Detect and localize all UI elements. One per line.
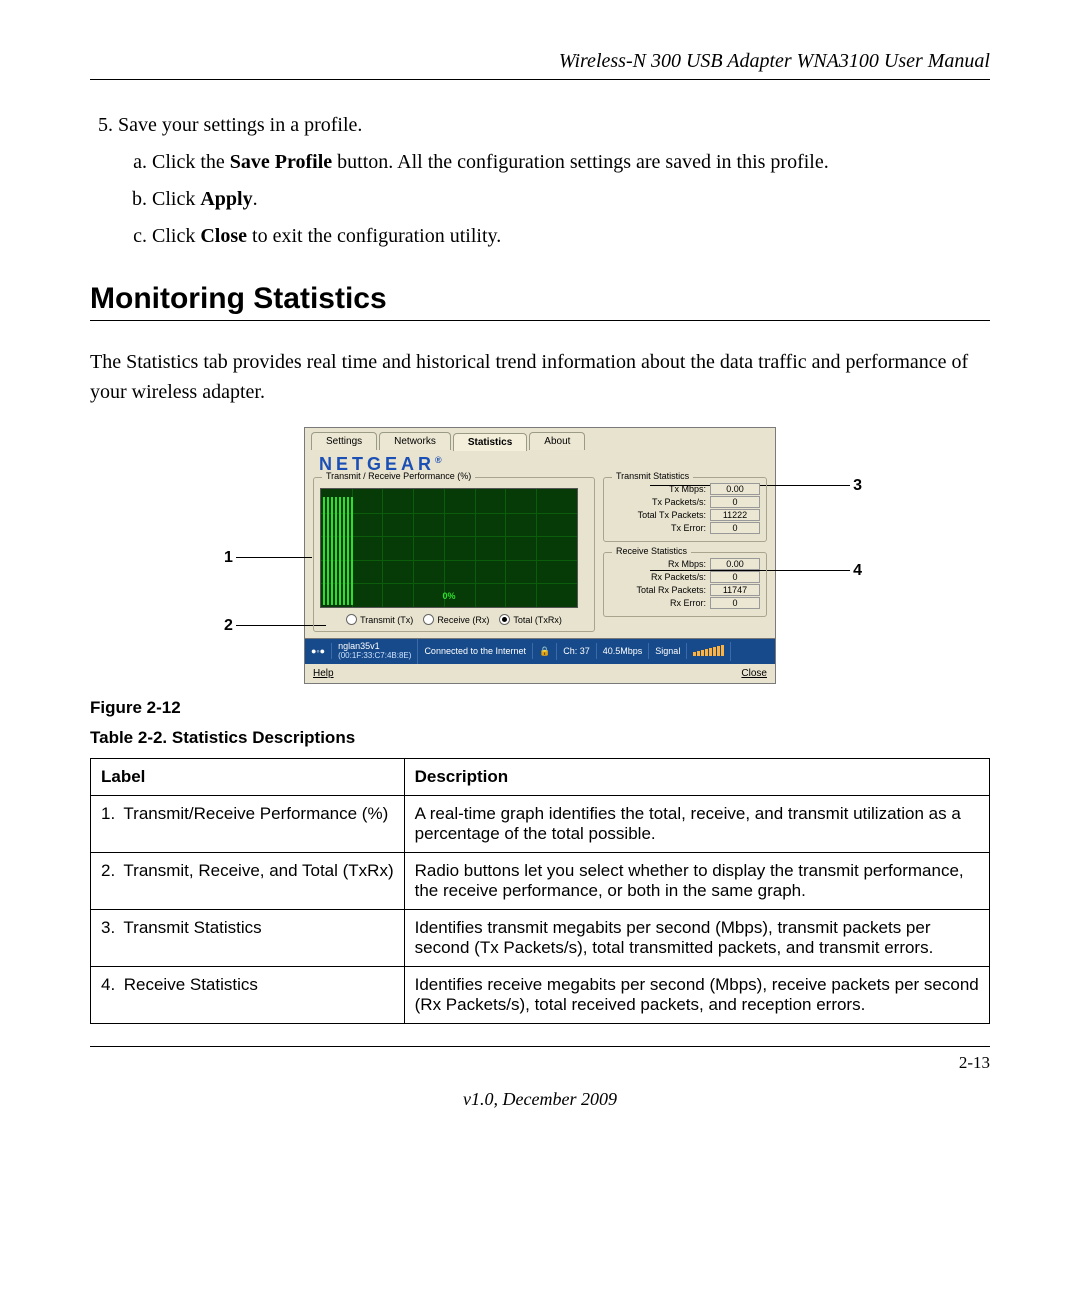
callout-2: 2 xyxy=(224,617,233,635)
tab-about[interactable]: About xyxy=(529,432,585,450)
tx-mbps-value: 0.00 xyxy=(710,483,760,495)
rx-mbps-value: 0.00 xyxy=(710,558,760,570)
running-header: Wireless-N 300 USB Adapter WNA3100 User … xyxy=(90,50,990,80)
radio-receive[interactable]: Receive (Rx) xyxy=(423,614,489,625)
help-link[interactable]: Help xyxy=(313,668,334,679)
footer-rule xyxy=(90,1046,990,1047)
window-footer: Help Close xyxy=(305,664,775,683)
figure-2-12: 1 2 3 4 Settings Networks Statistics Abo… xyxy=(230,427,850,684)
tab-bar: Settings Networks Statistics About xyxy=(305,428,775,450)
table-caption: Table 2-2. Statistics Descriptions xyxy=(90,728,990,748)
heading-rule xyxy=(90,320,990,321)
signal-bars-icon xyxy=(687,642,731,661)
tx-pkts-value: 0 xyxy=(710,496,760,508)
version-footer: v1.0, December 2009 xyxy=(90,1089,990,1110)
step-5: Save your settings in a profile. Click t… xyxy=(118,110,990,252)
figure-caption: Figure 2-12 xyxy=(90,698,990,718)
status-ssid: nglan35v1 (00:1F:33:C7:4B:8E) xyxy=(332,639,418,664)
tx-error-value: 0 xyxy=(710,522,760,534)
table-row: 1. Transmit/Receive Performance (%) A re… xyxy=(91,795,990,852)
step-5b: Click Apply. xyxy=(152,184,990,215)
callout-4: 4 xyxy=(853,562,862,580)
tx-panel-title: Transmit Statistics xyxy=(612,471,693,481)
rx-pkts-value: 0 xyxy=(710,571,760,583)
callout-3: 3 xyxy=(853,477,862,495)
status-connection: Connected to the Internet xyxy=(418,643,533,659)
table-row: 2. Transmit, Receive, and Total (TxRx) R… xyxy=(91,852,990,909)
status-bar: ●◦● nglan35v1 (00:1F:33:C7:4B:8E) Connec… xyxy=(305,638,775,664)
graph-panel-title: Transmit / Receive Performance (%) xyxy=(322,471,475,481)
tx-total-value: 11222 xyxy=(710,509,760,521)
status-signal-label: Signal xyxy=(649,643,687,659)
tab-networks[interactable]: Networks xyxy=(379,432,451,450)
th-description: Description xyxy=(404,758,989,795)
graph-zero-label: 0% xyxy=(442,591,455,601)
tab-settings[interactable]: Settings xyxy=(311,432,377,450)
step-5-text: Save your settings in a profile. xyxy=(118,114,362,136)
callout-1: 1 xyxy=(224,549,233,567)
step-5a: Click the Save Profile button. All the c… xyxy=(152,147,990,178)
radio-transmit[interactable]: Transmit (Tx) xyxy=(346,614,413,625)
rx-panel-title: Receive Statistics xyxy=(612,546,691,556)
smart-wizard-window: Settings Networks Statistics About NETGE… xyxy=(304,427,776,684)
th-label: Label xyxy=(91,758,405,795)
table-row: 3. Transmit Statistics Identifies transm… xyxy=(91,909,990,966)
performance-graph-panel: Transmit / Receive Performance (%) xyxy=(313,477,595,632)
step-5c: Click Close to exit the configuration ut… xyxy=(152,221,990,252)
section-heading: Monitoring Statistics xyxy=(90,282,990,316)
rx-total-value: 11747 xyxy=(710,584,760,596)
status-rate: 40.5Mbps xyxy=(597,643,650,659)
table-row: 4. Receive Statistics Identifies receive… xyxy=(91,966,990,1023)
status-channel: Ch: 37 xyxy=(557,643,597,659)
page-number: 2-13 xyxy=(90,1053,990,1073)
tab-statistics[interactable]: Statistics xyxy=(453,433,527,451)
graph-mode-radios: Transmit (Tx) Receive (Rx) Total (TxRx) xyxy=(320,614,588,625)
radio-total[interactable]: Total (TxRx) xyxy=(499,614,562,625)
rx-error-value: 0 xyxy=(710,597,760,609)
intro-paragraph: The Statistics tab provides real time an… xyxy=(90,347,990,407)
statistics-descriptions-table: Label Description 1. Transmit/Receive Pe… xyxy=(90,758,990,1024)
receive-stats-panel: Receive Statistics Rx Mbps:0.00 Rx Packe… xyxy=(603,552,767,617)
lock-icon: 🔒 xyxy=(533,643,557,660)
close-link[interactable]: Close xyxy=(741,668,767,679)
status-indicator-icon: ●◦● xyxy=(305,643,332,659)
performance-graph: 0% xyxy=(320,488,578,608)
transmit-stats-panel: Transmit Statistics Tx Mbps:0.00 Tx Pack… xyxy=(603,477,767,542)
